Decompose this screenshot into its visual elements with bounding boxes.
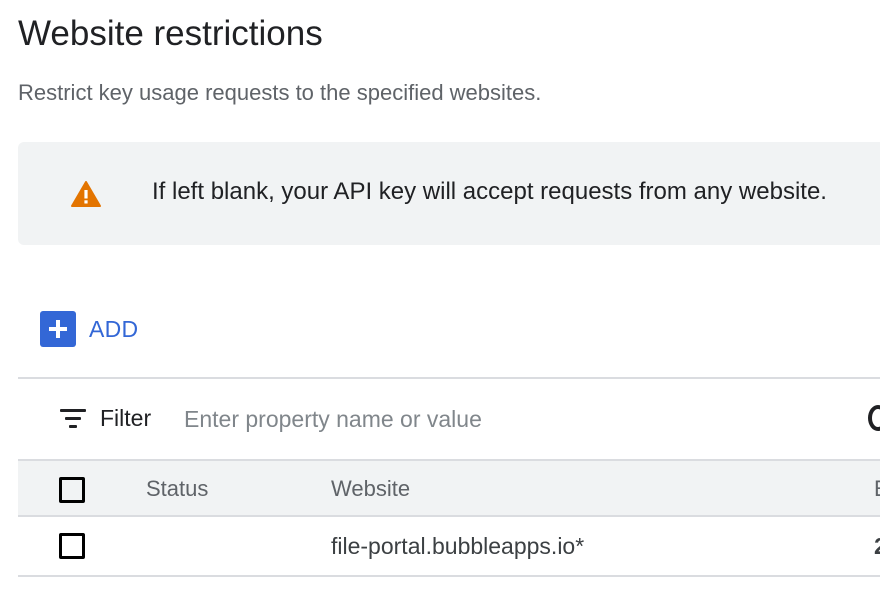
warning-text: If left blank, your API key will accept … bbox=[152, 178, 827, 205]
page-title: Website restrictions bbox=[18, 14, 323, 53]
table-header-row: Status Website E bbox=[18, 459, 880, 517]
row-clipped-value: 2 bbox=[874, 533, 880, 560]
select-all-checkbox[interactable] bbox=[59, 477, 85, 503]
table-row: file-portal.bubbleapps.io* 2 bbox=[18, 517, 880, 577]
row-checkbox[interactable] bbox=[59, 533, 85, 559]
warning-icon bbox=[71, 181, 101, 207]
plus-icon bbox=[40, 311, 76, 347]
row-website: file-portal.bubbleapps.io* bbox=[331, 533, 585, 559]
add-button-label: ADD bbox=[89, 315, 139, 342]
filter-list-icon[interactable] bbox=[60, 409, 88, 431]
filter-bar: Filter bbox=[18, 379, 880, 459]
add-button[interactable]: ADD bbox=[40, 310, 138, 348]
filter-input[interactable] bbox=[184, 399, 824, 439]
filter-label: Filter bbox=[100, 405, 152, 431]
column-header-clipped[interactable]: E bbox=[874, 476, 880, 502]
warning-banner: If left blank, your API key will accept … bbox=[18, 142, 880, 245]
page-subtitle: Restrict key usage requests to the speci… bbox=[18, 80, 542, 105]
column-header-status[interactable]: Status bbox=[146, 476, 208, 502]
column-header-website[interactable]: Website bbox=[331, 476, 410, 502]
website-restrictions-page: Website restrictions Restrict key usage … bbox=[0, 0, 880, 592]
